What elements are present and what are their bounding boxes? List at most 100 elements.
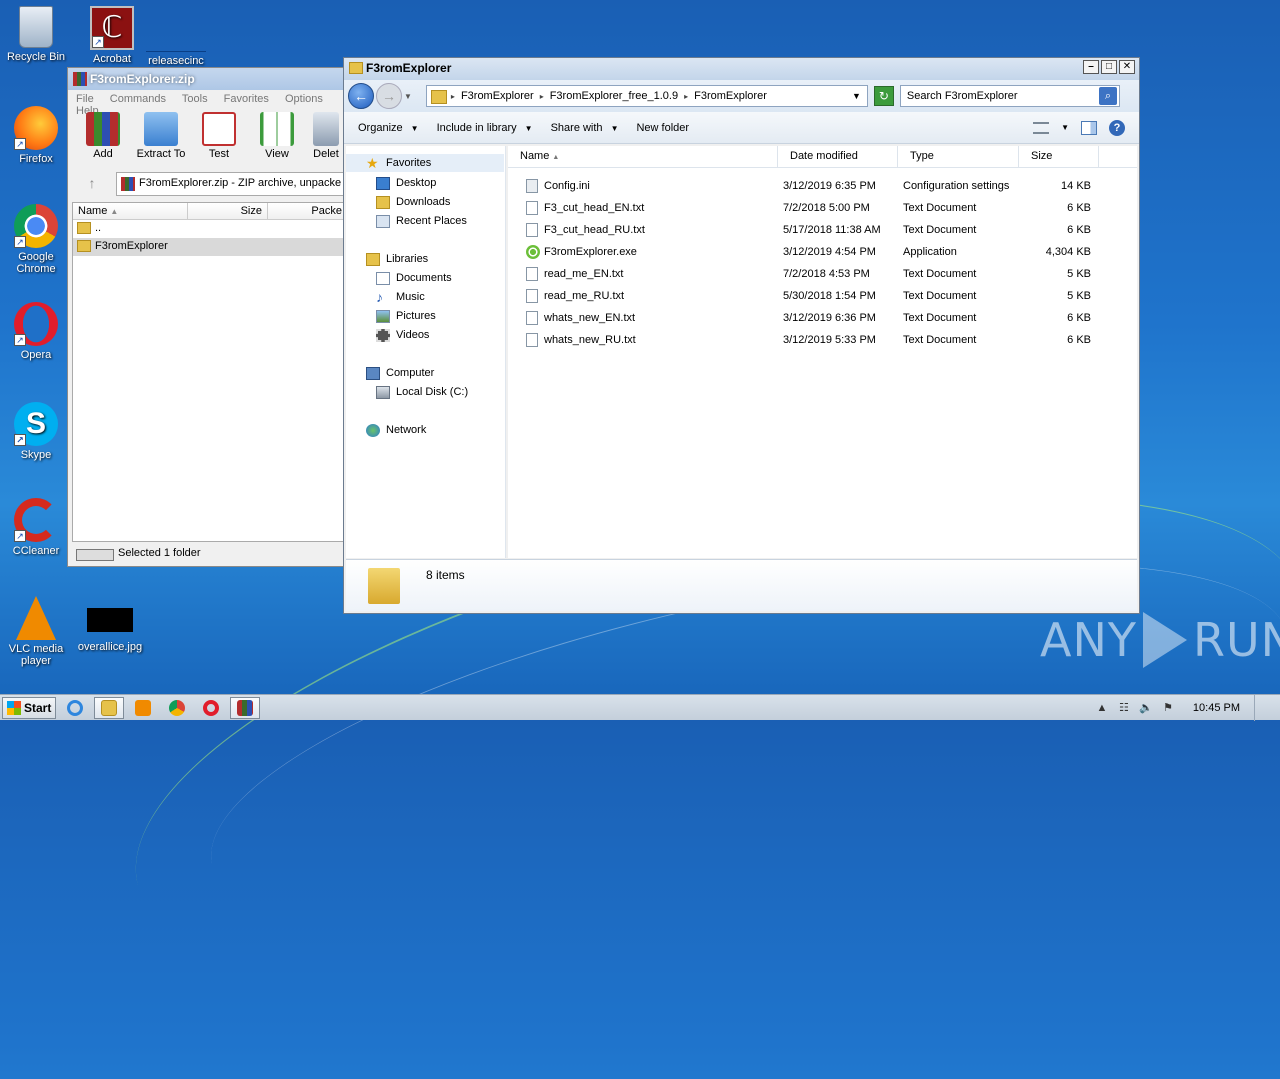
menu-tools[interactable]: Tools	[182, 93, 208, 105]
address-bar[interactable]: ▸ F3romExplorer ▸ F3romExplorer_free_1.0…	[425, 85, 868, 107]
search-input[interactable]: Search F3romExplorer ⌕	[899, 85, 1120, 107]
explorer-window[interactable]: F3romExplorer – □ ✕ ← → ▼ ▸ F3romExplore…	[343, 57, 1140, 614]
nav-item-local-disk[interactable]: Local Disk (C:)	[376, 383, 468, 401]
new-folder-button[interactable]: New folder	[636, 122, 689, 134]
breadcrumb-item[interactable]: F3romExplorer	[461, 90, 534, 102]
column-date-modified[interactable]: Date modified	[778, 146, 898, 167]
column-name[interactable]: Name ▲	[73, 203, 188, 219]
test-button[interactable]: Test	[190, 112, 248, 164]
chevron-up-icon[interactable]: ▲	[1095, 701, 1109, 715]
preview-pane-icon[interactable]	[1081, 120, 1097, 135]
desktop-icon-recycle-bin[interactable]: Recycle Bin	[0, 6, 72, 63]
clock[interactable]: 10:45 PM	[1193, 702, 1240, 714]
chevron-right-icon[interactable]: ▸	[684, 92, 688, 101]
recent-pages-chevron-icon[interactable]: ▼	[404, 92, 412, 101]
nav-item-computer[interactable]: Computer	[366, 364, 434, 382]
chevron-right-icon[interactable]: ▸	[540, 92, 544, 101]
nav-item-pictures[interactable]: Pictures	[376, 307, 436, 325]
include-in-library-label: Include in library	[436, 121, 517, 134]
nav-item-downloads[interactable]: Downloads	[376, 193, 450, 211]
nav-item-favorites[interactable]: ★ Favorites	[346, 154, 504, 172]
view-button[interactable]: View	[248, 112, 306, 164]
breadcrumb-item[interactable]: F3romExplorer	[694, 90, 767, 102]
column-name[interactable]: Name ▲	[508, 146, 778, 167]
nav-item-documents[interactable]: Documents	[376, 269, 452, 287]
change-view-icon[interactable]	[1033, 121, 1050, 134]
sort-ascending-icon: ▲	[552, 154, 560, 161]
column-size[interactable]: Size	[188, 203, 268, 219]
minimize-button[interactable]: –	[1083, 60, 1099, 74]
list-item[interactable]: ..	[73, 220, 355, 238]
desktop-icon-overallice[interactable]: overallice.jpg	[74, 608, 146, 653]
column-type[interactable]: Type	[898, 146, 1019, 167]
show-desktop-button[interactable]	[1254, 694, 1268, 721]
winrar-titlebar[interactable]: F3romExplorer.zip	[68, 68, 356, 90]
nav-item-recent-places[interactable]: Recent Places	[376, 212, 467, 230]
list-item[interactable]: F3romExplorer	[73, 238, 355, 256]
file-date-modified: 3/12/2019 5:33 PM	[783, 334, 876, 346]
file-row[interactable]: read_me_RU.txt 5/30/2018 1:54 PM Text Docu…	[508, 285, 1137, 307]
organize-button[interactable]: Organize ▼	[358, 122, 419, 134]
file-row[interactable]: Config.ini 3/12/2019 6:35 PM Configuration…	[508, 175, 1137, 197]
desktop-icon-acrobat[interactable]: ℂ ↗ Acrobat	[76, 6, 148, 65]
explorer-titlebar[interactable]: F3romExplorer – □ ✕	[344, 58, 1139, 80]
network-icon[interactable]: ☷	[1117, 701, 1131, 715]
desktop-icon-releasecinc[interactable]: releasecinc	[140, 6, 212, 67]
nav-item-videos[interactable]: Videos	[376, 326, 429, 344]
nav-item-network[interactable]: Network	[366, 421, 426, 439]
taskbar-ie[interactable]	[60, 697, 90, 719]
column-packed[interactable]: Packe	[268, 203, 348, 219]
desktop-icon-opera[interactable]: ↗ Opera	[0, 302, 72, 361]
menu-commands[interactable]: Commands	[110, 93, 166, 105]
flag-icon[interactable]: ⚑	[1161, 701, 1175, 715]
file-row[interactable]: read_me_EN.txt 7/2/2018 4:53 PM Text Docum…	[508, 263, 1137, 285]
menu-options[interactable]: Options	[285, 93, 323, 105]
shortcut-arrow-icon: ↗	[14, 334, 26, 346]
menu-file[interactable]: File	[76, 93, 94, 105]
delete-button[interactable]: Delet	[306, 112, 346, 164]
search-icon[interactable]: ⌕	[1098, 87, 1117, 105]
desktop-icon-vlc[interactable]: VLC media player	[0, 596, 72, 667]
nav-item-music[interactable]: ♪ Music	[376, 288, 425, 306]
desktop-icon-skype[interactable]: S ↗ Skype	[0, 402, 72, 461]
desktop-icon-chrome[interactable]: ↗ Google Chrome	[0, 204, 72, 275]
taskbar-media-player[interactable]	[128, 697, 158, 719]
winrar-statusbar: Selected 1 folder	[72, 544, 356, 564]
taskbar-opera[interactable]	[196, 697, 226, 719]
file-row[interactable]: F3_cut_head_EN.txt 7/2/2018 5:00 PM Text D…	[508, 197, 1137, 219]
taskbar-chrome[interactable]	[162, 697, 192, 719]
file-row[interactable]: whats_new_EN.txt 3/12/2019 6:36 PM Text Do…	[508, 307, 1137, 329]
start-button[interactable]: Start	[2, 696, 56, 719]
file-row[interactable]: F3_cut_head_RU.txt 5/17/2018 11:38 AM Text…	[508, 219, 1137, 241]
winrar-window[interactable]: F3romExplorer.zip File Commands Tools Fa…	[67, 67, 357, 567]
add-button[interactable]: Add	[74, 112, 132, 164]
winrar-path-field[interactable]: F3romExplorer.zip - ZIP archive, unpacke	[116, 172, 352, 196]
file-list[interactable]: Name ▲ Date modified Type Size Config.in…	[508, 146, 1137, 558]
close-button[interactable]: ✕	[1119, 60, 1135, 74]
chevron-down-icon[interactable]: ▼	[852, 91, 861, 101]
nav-item-desktop[interactable]: Desktop	[376, 174, 436, 192]
forward-button[interactable]: →	[376, 83, 402, 109]
file-row[interactable]: F3romExplorer.exe 3/12/2019 4:54 PM Applic…	[508, 241, 1137, 263]
back-button[interactable]: ←	[348, 83, 374, 109]
taskbar-explorer[interactable]	[94, 696, 124, 719]
volume-icon[interactable]: 🔈	[1139, 701, 1153, 715]
desktop-icon-firefox[interactable]: ↗ Firefox	[0, 106, 72, 165]
maximize-button[interactable]: □	[1101, 60, 1117, 74]
breadcrumb-item[interactable]: F3romExplorer_free_1.0.9	[550, 90, 678, 102]
desktop-icon-ccleaner[interactable]: ↗ CCleaner	[0, 498, 72, 557]
column-size[interactable]: Size	[1019, 146, 1099, 167]
extract-to-button[interactable]: Extract To	[132, 112, 190, 164]
help-icon[interactable]: ?	[1109, 119, 1125, 136]
share-with-button[interactable]: Share with ▼	[551, 122, 619, 134]
up-arrow-icon[interactable]: ↑	[72, 172, 112, 196]
refresh-button[interactable]: ↻	[873, 86, 894, 106]
taskbar-winrar[interactable]	[230, 696, 260, 719]
desktop-icon-label: overallice.jpg	[77, 641, 143, 653]
chevron-down-icon[interactable]: ▼	[1061, 123, 1069, 132]
menu-favorites[interactable]: Favorites	[224, 93, 269, 105]
winrar-file-list[interactable]: Name ▲ Size Packe .. F3romExplorer	[72, 202, 356, 542]
nav-item-libraries[interactable]: Libraries	[366, 250, 428, 268]
include-in-library-button[interactable]: Include in library ▼	[437, 122, 533, 134]
file-row[interactable]: whats_new_RU.txt 3/12/2019 5:33 PM Text Do…	[508, 329, 1137, 351]
